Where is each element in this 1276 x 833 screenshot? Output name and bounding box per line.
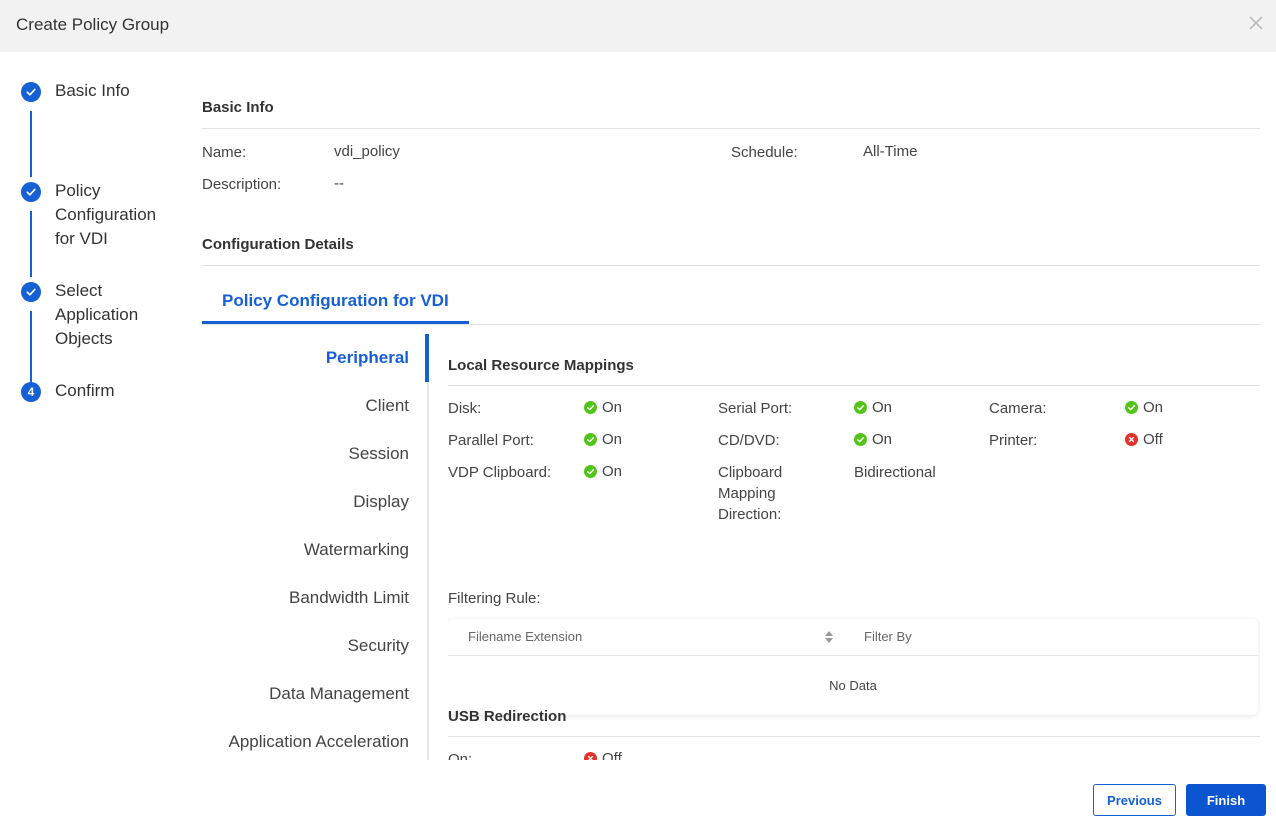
- tab-divider: [202, 324, 1260, 325]
- check-circle-icon: [1125, 401, 1138, 414]
- description-label: Description:: [202, 176, 282, 193]
- side-item-data-management[interactable]: Data Management: [269, 684, 409, 704]
- serial-port-status: On: [854, 399, 892, 416]
- clipboard-direction-value: Bidirectional: [854, 464, 936, 481]
- side-menu-rail: [427, 334, 429, 760]
- printer-status: Off: [1125, 431, 1163, 448]
- check-icon: [21, 182, 41, 202]
- parallel-port-status: On: [584, 431, 622, 448]
- side-item-display[interactable]: Display: [353, 492, 409, 512]
- name-value: vdi_policy: [334, 143, 400, 160]
- create-policy-group-dialog: Create Policy Group Basic Info Policy Co…: [0, 0, 1276, 833]
- disk-label: Disk:: [448, 400, 482, 417]
- name-label: Name:: [202, 144, 247, 161]
- filtering-rule-table: Filename Extension Filter By No Data: [448, 619, 1258, 715]
- step-connector: [30, 311, 32, 384]
- peripheral-content[interactable]: Local Resource Mappings Disk: On Serial …: [448, 334, 1260, 760]
- close-icon[interactable]: [1246, 12, 1266, 34]
- finish-button[interactable]: Finish: [1186, 784, 1266, 816]
- main-panel: Basic Info Name: vdi_policy Schedule: Al…: [202, 52, 1260, 760]
- side-item-peripheral[interactable]: Peripheral: [326, 348, 409, 368]
- schedule-label: Schedule:: [731, 144, 798, 161]
- side-item-bandwidth-limit[interactable]: Bandwidth Limit: [289, 588, 409, 608]
- usb-redirection-heading: USB Redirection: [448, 708, 567, 725]
- cd-dvd-status: On: [854, 431, 892, 448]
- sort-icon[interactable]: [823, 630, 835, 644]
- check-circle-icon: [584, 433, 597, 446]
- divider: [202, 265, 1260, 266]
- check-circle-icon: [854, 433, 867, 446]
- step-number: 4: [21, 382, 41, 402]
- x-circle-icon: [1125, 433, 1138, 446]
- side-item-security[interactable]: Security: [348, 636, 409, 656]
- step-label: Basic Info: [55, 81, 130, 100]
- check-circle-icon: [854, 401, 867, 414]
- camera-label: Camera:: [989, 400, 1047, 417]
- vdp-clipboard-label: VDP Clipboard:: [448, 464, 552, 481]
- vdp-clipboard-status: On: [584, 463, 622, 480]
- column-header-filename-extension[interactable]: Filename Extension: [468, 619, 582, 655]
- usb-on-status: Off: [584, 750, 622, 760]
- local-resource-mappings-heading: Local Resource Mappings: [448, 357, 634, 374]
- filtering-rule-label: Filtering Rule:: [448, 590, 541, 607]
- dialog-title: Create Policy Group: [16, 15, 170, 34]
- x-circle-icon: [584, 752, 597, 760]
- tab-policy-configuration-for-vdi[interactable]: Policy Configuration for VDI: [222, 291, 449, 311]
- step-label: Select Application Objects: [55, 281, 139, 348]
- side-menu-active-indicator: [425, 334, 429, 382]
- divider: [202, 128, 1260, 129]
- previous-button[interactable]: Previous: [1093, 784, 1176, 816]
- dialog-header: Create Policy Group: [0, 0, 1276, 52]
- divider: [448, 736, 1260, 737]
- step-connector: [30, 211, 32, 277]
- description-value: --: [334, 175, 344, 192]
- wizard-steps: Basic Info Policy Configuration for VDI …: [0, 52, 180, 752]
- side-item-client[interactable]: Client: [366, 396, 409, 416]
- configuration-details-heading: Configuration Details: [202, 236, 354, 253]
- divider: [448, 385, 1260, 386]
- step-label: Confirm: [55, 381, 115, 400]
- side-item-application-acceleration[interactable]: Application Acceleration: [228, 732, 409, 752]
- usb-on-label: On:: [448, 751, 473, 760]
- check-circle-icon: [584, 401, 597, 414]
- cd-dvd-label: CD/DVD:: [718, 432, 780, 449]
- column-header-filter-by: Filter By: [864, 629, 912, 644]
- disk-status: On: [584, 399, 622, 416]
- step-connector: [30, 111, 32, 177]
- parallel-port-label: Parallel Port:: [448, 432, 534, 449]
- camera-status: On: [1125, 399, 1163, 416]
- side-item-session[interactable]: Session: [349, 444, 409, 464]
- side-menu: Peripheral Client Session Display Waterm…: [202, 334, 428, 760]
- schedule-value: All-Time: [863, 143, 918, 160]
- empty-state-text: No Data: [829, 678, 877, 693]
- check-icon: [21, 82, 41, 102]
- step-label: Policy Configuration for VDI: [55, 181, 157, 248]
- clipboard-direction-label: Clipboard Mapping Direction:: [718, 464, 783, 523]
- serial-port-label: Serial Port:: [718, 400, 793, 417]
- check-circle-icon: [584, 465, 597, 478]
- side-item-watermarking[interactable]: Watermarking: [304, 540, 409, 560]
- check-icon: [21, 282, 41, 302]
- basic-info-heading: Basic Info: [202, 99, 274, 116]
- printer-label: Printer:: [989, 432, 1038, 449]
